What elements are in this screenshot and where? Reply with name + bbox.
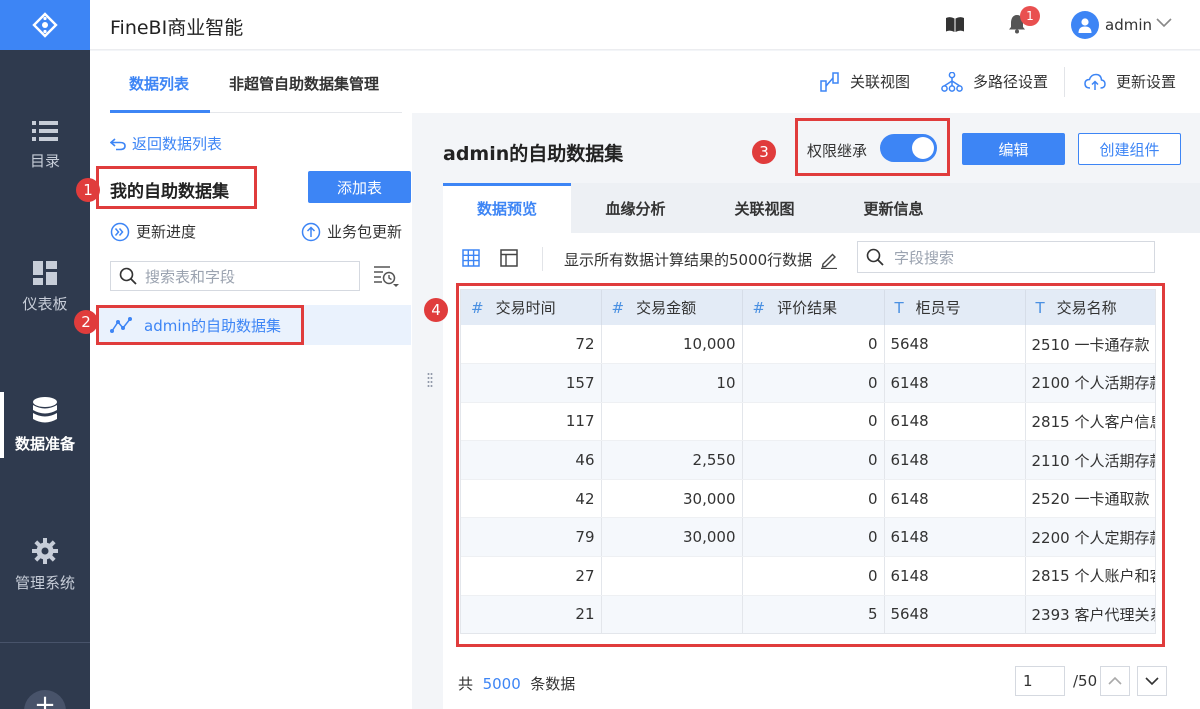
nav-label: 目录 [29,151,60,170]
count-suffix: 条数据 [530,675,576,693]
relation-view-label: 关联视图 [850,73,911,91]
nav-label: 仪表板 [22,294,68,313]
grid-view-icon[interactable] [462,249,480,267]
list-icon [32,120,58,141]
page-total: /50 [1073,672,1098,690]
nav-divider [0,642,90,643]
preview-row-note: 显示所有数据计算结果的5000行数据 [564,249,838,270]
tab-data-list[interactable]: 数据列表 [129,73,189,94]
back-to-data-list-link[interactable]: 返回数据列表 [110,133,222,154]
preview-note-text: 显示所有数据计算结果的5000行数据 [564,251,813,269]
annotation-number-1: 1 [76,178,100,202]
edit-button[interactable]: 编辑 [962,133,1065,165]
panel-resize-handle[interactable] [427,372,433,388]
package-update-label: 业务包更新 [327,223,403,241]
multipath-label: 多路径设置 [973,73,1049,91]
left-nav: 目录 仪表板 数据准备 管理系统 + [0,0,90,709]
plus-icon: + [34,690,56,709]
search-icon [866,248,884,266]
user-icon [1078,18,1092,33]
multipath-icon [941,71,963,92]
nav-expand-button[interactable]: + [24,690,66,709]
nav-item-catalog[interactable]: 目录 [0,100,90,190]
update-progress-label: 更新进度 [136,223,197,241]
tab-lineage-analysis[interactable]: 血缘分析 [571,183,700,233]
nav-item-data-prep[interactable]: 数据准备 [0,380,90,470]
search-icon [119,267,137,285]
create-component-button[interactable]: 创建组件 [1078,133,1181,165]
field-search-placeholder: 字段搜索 [894,248,955,267]
pencil-icon[interactable] [820,251,838,269]
avatar[interactable] [1071,11,1099,39]
dashboard-icon [33,260,57,285]
add-table-button[interactable]: 添加表 [308,171,411,203]
search-placeholder: 搜索表和字段 [145,267,236,286]
logo[interactable] [0,0,90,50]
book-icon[interactable] [945,16,965,34]
nav-label: 数据准备 [14,434,75,453]
count-value: 5000 [482,675,521,693]
module-tab-bar: 数据列表 非超管自助数据集管理 关联视图 多路径设置 更新设置 [90,51,1200,113]
multipath-settings-button[interactable]: 多路径设置 [941,71,1048,92]
annotation-box-3 [795,118,950,176]
update-settings-button[interactable]: 更新设置 [1084,71,1176,92]
annotation-number-3: 3 [752,140,776,164]
progress-icon [110,222,130,241]
cloud-update-icon [1084,73,1106,90]
table-field-search-input[interactable]: 搜索表和字段 [110,261,360,291]
back-link-label: 返回数据列表 [132,135,223,153]
annotation-box-2 [96,305,304,345]
annotation-box-1 [96,166,257,209]
database-icon [33,396,57,422]
annotation-number-2: 2 [74,310,98,334]
toolbar-divider [542,247,543,271]
layout-view-icon[interactable] [500,249,518,267]
action-divider [1064,67,1065,97]
chevron-down-icon [1145,677,1159,686]
user-name[interactable]: admin [1105,16,1152,34]
tab-data-preview[interactable]: 数据预览 [443,183,571,233]
notification-badge: 1 [1020,6,1040,26]
upload-icon [301,222,321,241]
relation-view-icon [820,71,839,92]
detail-tab-bar: 数据预览 血缘分析 关联视图 更新信息 [443,183,1200,233]
chevron-up-icon [1108,676,1122,685]
tab-non-admin-dataset-management[interactable]: 非超管自助数据集管理 [229,73,379,94]
relation-view-button[interactable]: 关联视图 [820,71,910,92]
nav-label: 管理系统 [14,573,75,592]
page-number-input[interactable]: 1 [1015,666,1065,696]
page-up-button[interactable] [1100,666,1130,696]
package-update-button[interactable]: 业务包更新 [301,221,402,242]
field-search-input[interactable]: 字段搜索 [857,241,1155,273]
update-progress-button[interactable]: 更新进度 [110,221,196,242]
count-prefix: 共 [458,675,474,693]
top-bar: FineBI商业智能 1 admin [90,0,1200,50]
record-count: 共 5000 条数据 [458,673,575,694]
update-settings-label: 更新设置 [1116,73,1177,91]
dataset-title: admin的自助数据集 [443,143,624,165]
logo-icon [32,12,58,38]
tab-relation-view[interactable]: 关联视图 [700,183,829,233]
chevron-down-icon[interactable] [1156,18,1172,28]
page-down-button[interactable] [1137,666,1167,696]
annotation-number-4: 4 [424,298,448,322]
filter-history-icon[interactable] [373,265,399,287]
back-arrow-icon [110,137,126,150]
gear-icon [32,537,58,564]
app-title: FineBI商业智能 [110,17,244,39]
nav-item-system-admin[interactable]: 管理系统 [0,520,90,610]
tab-update-info[interactable]: 更新信息 [829,183,958,233]
annotation-box-4 [456,283,1165,647]
